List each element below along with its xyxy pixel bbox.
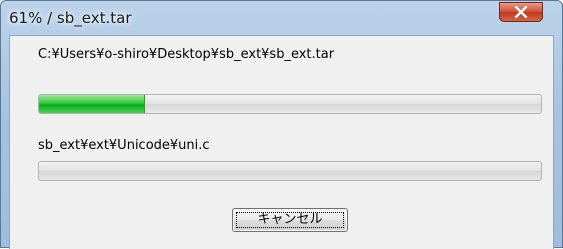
progress-dialog: 61% / sb_ext.tar C:¥Users¥o-shiro¥Deskto… bbox=[0, 0, 563, 249]
archive-path-label: C:¥Users¥o-shiro¥Desktop¥sb_ext¥sb_ext.t… bbox=[38, 47, 335, 62]
close-button[interactable] bbox=[499, 2, 543, 22]
current-file-label: sb_ext¥ext¥Unicode¥uni.c bbox=[38, 138, 210, 153]
cancel-button-label: キャンセル bbox=[257, 212, 323, 227]
window-title: 61% / sb_ext.tar bbox=[9, 9, 132, 27]
dialog-body: C:¥Users¥o-shiro¥Desktop¥sb_ext¥sb_ext.t… bbox=[9, 35, 554, 249]
close-icon bbox=[514, 6, 528, 18]
file-progress-bar bbox=[38, 161, 542, 181]
archive-progress-fill bbox=[39, 95, 146, 113]
archive-progress-bar bbox=[38, 94, 542, 114]
title-bar[interactable]: 61% / sb_ext.tar bbox=[1, 1, 562, 35]
cancel-button[interactable]: キャンセル bbox=[232, 208, 348, 232]
